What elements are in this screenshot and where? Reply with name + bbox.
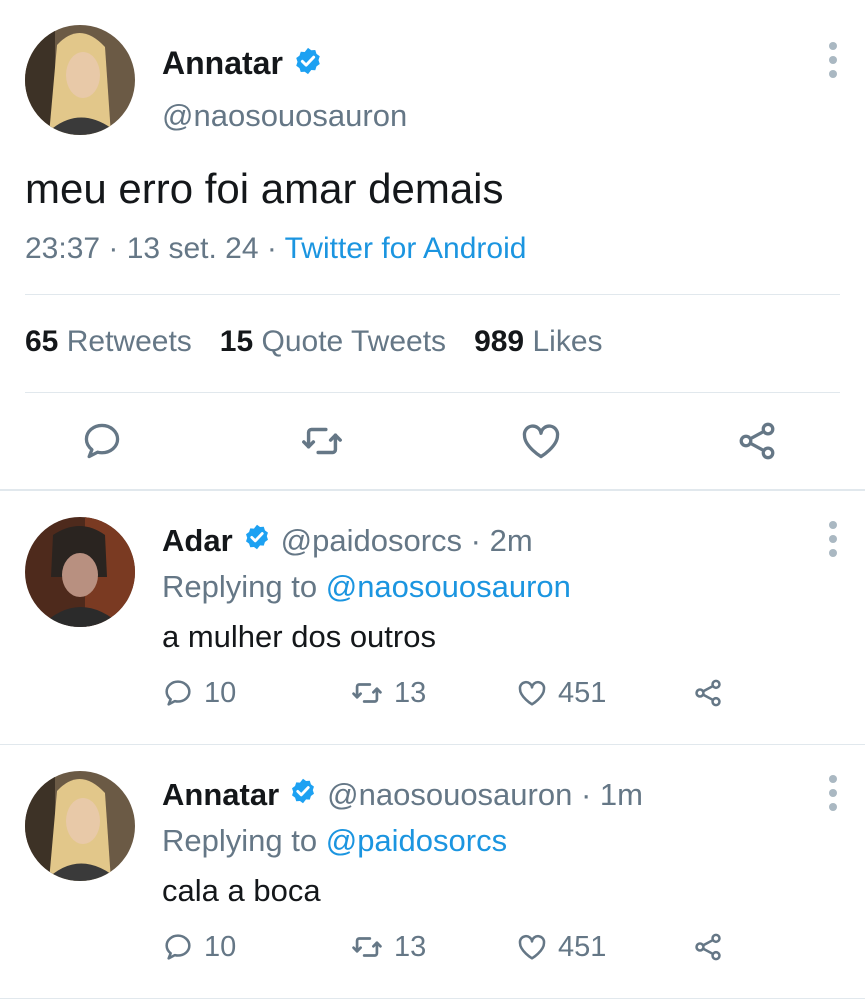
share-button[interactable]	[692, 929, 724, 965]
reply-text: a mulher dos outros	[162, 619, 436, 654]
author-handle[interactable]: @naosouosauron	[162, 98, 407, 134]
avatar-adar[interactable]	[25, 517, 135, 627]
like-button[interactable]: 451	[516, 929, 606, 965]
replying-to-link[interactable]: @naosouosauron	[326, 569, 571, 604]
tweet-meta: 23:37 · 13 set. 24 · Twitter for Android	[25, 232, 527, 265]
reply-actions: 10 13 451	[162, 929, 862, 965]
replying-to: Replying to @naosouosauron	[162, 569, 571, 604]
reply-header: Annatar @naosouosauron · 1m	[162, 777, 643, 813]
reply-author-handle[interactable]: @naosouosauron	[327, 777, 572, 813]
replying-to: Replying to @paidosorcs	[162, 823, 508, 858]
divider	[0, 998, 865, 999]
reply-tweet[interactable]: Annatar @naosouosauron · 1m Replying to …	[0, 745, 865, 999]
more-options-icon[interactable]	[825, 521, 841, 557]
author-name-row: Annatar	[162, 43, 323, 83]
reply-time: 1m	[599, 777, 643, 812]
share-button[interactable]	[692, 675, 724, 711]
more-options-icon[interactable]	[825, 42, 841, 78]
reply-time: 2m	[489, 523, 533, 558]
reply-count: 10	[204, 930, 237, 963]
like-icon	[518, 680, 546, 706]
reply-text: cala a boca	[162, 873, 321, 908]
retweet-button[interactable]: 13	[350, 929, 426, 965]
reply-header: Adar @paidosorcs · 2m	[162, 523, 533, 559]
reply-icon[interactable]	[77, 416, 127, 466]
reply-button[interactable]: 10	[162, 675, 236, 711]
like-button[interactable]: 451	[516, 675, 606, 711]
avatar-annatar[interactable]	[25, 25, 135, 135]
reply-icon	[165, 934, 191, 960]
divider	[25, 392, 840, 393]
more-options-icon[interactable]	[825, 775, 841, 811]
like-icon[interactable]	[516, 416, 566, 466]
main-tweet: Annatar @naosouosauron meu erro foi amar…	[0, 0, 865, 490]
tweet-date: 13 set. 24	[126, 232, 259, 265]
share-icon	[695, 679, 721, 707]
retweet-button[interactable]: 13	[350, 675, 426, 711]
share-icon	[695, 933, 721, 961]
tweet-time: 23:37	[25, 232, 101, 265]
like-count: 451	[558, 676, 607, 709]
reply-author-name[interactable]: Adar	[162, 523, 233, 559]
verified-badge-icon	[243, 523, 271, 559]
reply-tweet[interactable]: Adar @paidosorcs · 2m Replying to @naoso…	[0, 491, 865, 745]
retweet-icon[interactable]	[297, 416, 347, 466]
author-name[interactable]: Annatar	[162, 45, 283, 82]
tweet-actions	[0, 416, 865, 466]
tweet-text: meu erro foi amar demais	[25, 165, 504, 212]
retweet-count: 13	[394, 930, 427, 963]
reply-author-name[interactable]: Annatar	[162, 777, 279, 813]
reply-button[interactable]: 10	[162, 929, 236, 965]
divider	[25, 294, 840, 295]
share-icon[interactable]	[732, 416, 782, 466]
reply-actions: 10 13 451	[162, 675, 862, 711]
like-count: 451	[558, 930, 607, 963]
retweet-icon	[352, 683, 382, 703]
reply-author-handle[interactable]: @paidosorcs	[281, 523, 462, 559]
retweets-stat[interactable]: 65 Retweets	[25, 325, 192, 359]
like-icon	[518, 934, 546, 960]
reply-count: 10	[204, 676, 237, 709]
reply-icon	[165, 680, 191, 706]
quote-tweets-stat[interactable]: 15 Quote Tweets	[220, 325, 446, 359]
avatar-annatar[interactable]	[25, 771, 135, 881]
retweet-count: 13	[394, 676, 427, 709]
likes-stat[interactable]: 989 Likes	[474, 325, 602, 359]
retweet-icon	[352, 937, 382, 957]
tweet-stats: 65 Retweets 15 Quote Tweets 989 Likes	[25, 325, 603, 359]
tweet-source-link[interactable]: Twitter for Android	[285, 232, 527, 265]
verified-badge-icon	[293, 46, 323, 81]
verified-badge-icon	[289, 777, 317, 813]
replying-to-link[interactable]: @paidosorcs	[326, 823, 507, 858]
